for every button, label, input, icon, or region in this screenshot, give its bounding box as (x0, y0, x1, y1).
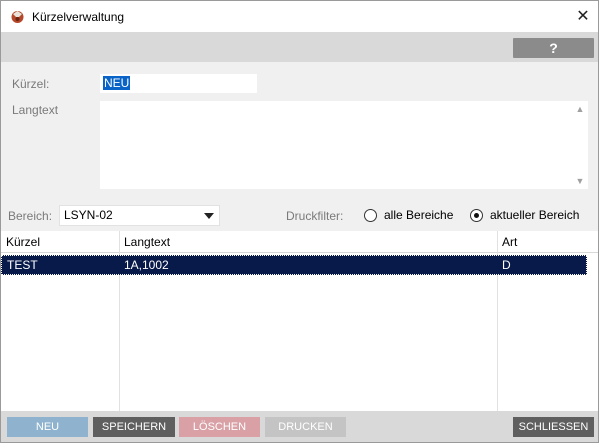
schliessen-button[interactable]: SCHLIESSEN (513, 417, 594, 437)
edit-form: Kürzel: NEU Langtext ▲ ▼ (1, 62, 598, 202)
filter-bar: Bereich: LSYN-02 Druckfilter: alle Berei… (1, 202, 598, 231)
kuerzel-input-value: NEU (103, 76, 131, 90)
kuerzel-table: Kürzel Langtext Art TEST 1A,1002 D (1, 231, 598, 411)
column-header-art[interactable]: Art (497, 231, 517, 253)
cell-art: D (502, 258, 511, 272)
radio-alle-bereiche-label[interactable]: alle Bereiche (384, 208, 453, 222)
kuerzel-input[interactable]: NEU (99, 73, 258, 94)
bereich-select[interactable]: LSYN-02 (59, 205, 220, 226)
window-title: Kürzelverwaltung (32, 10, 125, 24)
table-row[interactable]: TEST 1A,1002 D (1, 255, 587, 275)
cell-kuerzel: TEST (7, 258, 38, 272)
toolbar: ? (1, 32, 598, 62)
close-icon[interactable]: ✕ (569, 5, 597, 29)
loeschen-button[interactable]: LÖSCHEN (179, 417, 260, 437)
radio-alle-bereiche[interactable] (364, 209, 377, 222)
app-logo-icon (11, 11, 24, 23)
table-scrollbar[interactable] (587, 253, 598, 411)
scroll-down-icon[interactable]: ▼ (574, 175, 586, 187)
kuerzel-label: Kürzel: (12, 77, 50, 91)
column-header-kuerzel[interactable]: Kürzel (1, 231, 40, 253)
bereich-select-value: LSYN-02 (64, 208, 113, 222)
scroll-up-icon[interactable]: ▲ (574, 103, 586, 115)
help-button[interactable]: ? (513, 38, 594, 58)
langtext-label: Langtext (12, 103, 59, 117)
radio-aktueller-bereich[interactable] (470, 209, 483, 222)
druckfilter-label: Druckfilter: (286, 209, 344, 223)
table-header: Kürzel Langtext Art (1, 231, 598, 253)
speichern-button[interactable]: SPEICHERN (93, 417, 175, 437)
bereich-label: Bereich: (8, 209, 53, 223)
kuerzelverwaltung-window: Kürzelverwaltung ✕ ? Kürzel: NEU Langtex… (0, 0, 599, 443)
column-header-langtext[interactable]: Langtext (119, 231, 170, 253)
title-bar: Kürzelverwaltung ✕ (1, 1, 598, 32)
radio-aktueller-bereich-label[interactable]: aktueller Bereich (490, 208, 579, 222)
langtext-textarea[interactable]: ▲ ▼ (99, 100, 589, 190)
drucken-button[interactable]: DRUCKEN (265, 417, 346, 437)
button-bar: NEU SPEICHERN LÖSCHEN DRUCKEN SCHLIESSEN (1, 411, 598, 442)
chevron-down-icon (204, 213, 214, 219)
cell-langtext: 1A,1002 (124, 258, 169, 272)
neu-button[interactable]: NEU (7, 417, 88, 437)
